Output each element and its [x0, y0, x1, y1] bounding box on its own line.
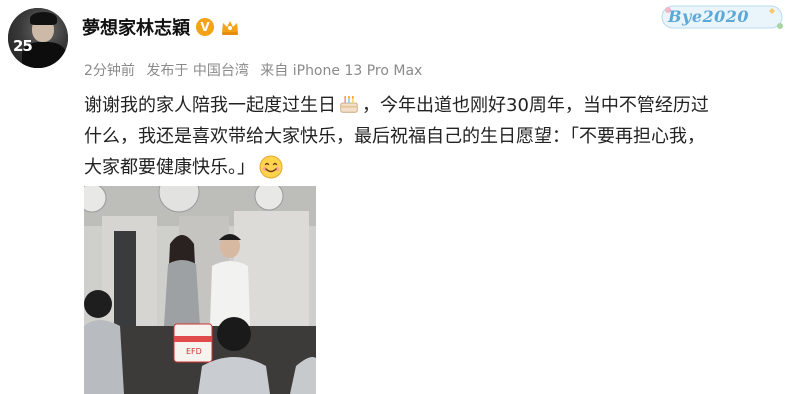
- post-device: 来自 iPhone 13 Pro Max: [260, 63, 423, 79]
- post-content: 谢谢我的家人陪我一起度过生日 ，今年出道也刚好30周年，当中不管经历过 什么，我…: [84, 90, 784, 183]
- content-line-3: 大家都要健康快乐。」: [84, 152, 784, 183]
- avatar[interactable]: 25: [8, 8, 68, 68]
- watermark: 搜狐号@素素娱乐: [662, 368, 795, 387]
- content-text: 大家都要健康快乐。」: [84, 157, 255, 178]
- content-line-2: 什么，我还是喜欢带给大家快乐，最后祝福自己的生日愿望：「不要再担心我，: [84, 126, 705, 147]
- bye2020-text: Bye2020: [668, 7, 750, 26]
- post-photo[interactable]: EFD: [84, 186, 316, 394]
- post-meta: 2分钟前 发布于 中国台湾 来自 iPhone 13 Pro Max: [84, 60, 429, 80]
- cake-sign: EFD: [186, 347, 202, 356]
- crown-badge-icon: [220, 18, 240, 36]
- post-header: 夢想家林志穎 V: [82, 14, 240, 40]
- content-text: ，今年出道也刚好30周年，当中不管经历过: [362, 95, 709, 116]
- username[interactable]: 夢想家林志穎: [82, 14, 190, 40]
- verified-badge-icon: V: [196, 18, 214, 36]
- post-location: 发布于 中国台湾: [146, 63, 249, 79]
- post-time: 2分钟前: [84, 63, 135, 79]
- avatar-anniversary-label: 25: [13, 37, 33, 55]
- birthday-cake-emoji-icon: [340, 95, 358, 113]
- smiling-face-emoji-icon: [259, 155, 283, 179]
- avatar-hair: [30, 12, 57, 25]
- content-text: 谢谢我的家人陪我一起度过生日: [84, 95, 336, 116]
- content-line-1: 谢谢我的家人陪我一起度过生日 ，今年出道也刚好30周年，当中不管经历过: [84, 90, 784, 121]
- birthday-photo-image: EFD: [84, 186, 316, 394]
